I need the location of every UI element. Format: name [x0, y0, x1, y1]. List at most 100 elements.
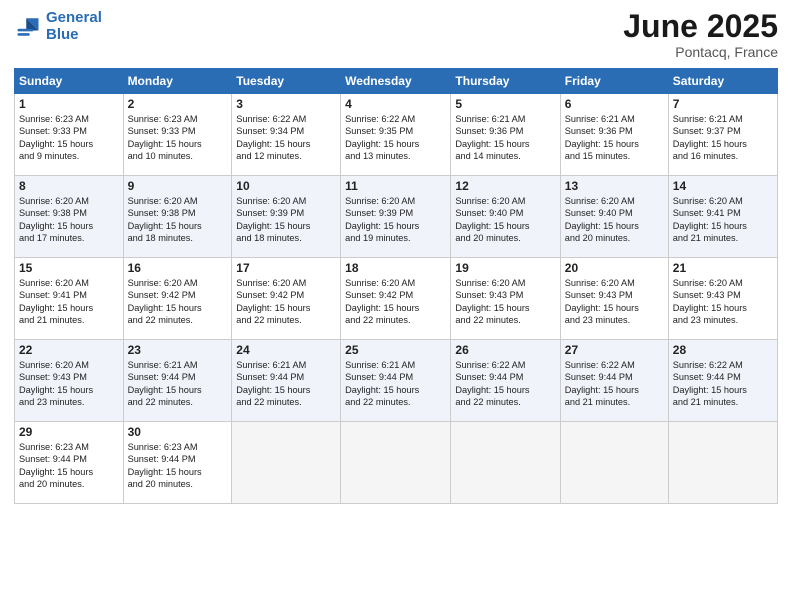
weekday-header: Thursday [451, 69, 560, 94]
calendar-cell [560, 422, 668, 504]
day-number: 4 [345, 97, 446, 111]
cell-details: Sunrise: 6:22 AM Sunset: 9:35 PM Dayligh… [345, 113, 446, 163]
cell-details: Sunrise: 6:23 AM Sunset: 9:44 PM Dayligh… [19, 441, 119, 491]
calendar-cell: 20Sunrise: 6:20 AM Sunset: 9:43 PM Dayli… [560, 258, 668, 340]
cell-details: Sunrise: 6:21 AM Sunset: 9:44 PM Dayligh… [236, 359, 336, 409]
day-number: 5 [455, 97, 555, 111]
day-number: 30 [128, 425, 228, 439]
day-number: 24 [236, 343, 336, 357]
calendar-cell: 14 Sunrise: 6:20 AM Sunset: 9:41 PM Dayli… [668, 176, 777, 258]
cell-details: Sunrise: 6:22 AM Sunset: 9:44 PM Dayligh… [673, 359, 773, 409]
weekday-header: Tuesday [232, 69, 341, 94]
day-number: 21 [673, 261, 773, 275]
day-number: 7 [673, 97, 773, 111]
cell-details: Sunrise: 6:20 AM Sunset: 9:38 PM Dayligh… [19, 195, 119, 245]
cell-details: Sunrise: 6:20 AM Sunset: 9:42 PM Dayligh… [345, 277, 446, 327]
day-number: 14 [673, 179, 773, 193]
logo-blue: Blue [46, 26, 79, 43]
calendar-cell: 29 Sunrise: 6:23 AM Sunset: 9:44 PM Dayli… [15, 422, 124, 504]
cell-details: Sunrise: 6:21 AM Sunset: 9:44 PM Dayligh… [128, 359, 228, 409]
day-number: 10 [236, 179, 336, 193]
location: Pontacq, France [623, 44, 778, 60]
weekday-header: Sunday [15, 69, 124, 94]
day-number: 18 [345, 261, 446, 275]
calendar-cell: 17 Sunrise: 6:20 AM Sunset: 9:42 PM Dayli… [232, 258, 341, 340]
calendar-cell: 8 Sunrise: 6:20 AM Sunset: 9:38 PM Daylig… [15, 176, 124, 258]
cell-details: Sunrise: 6:20 AM Sunset: 9:39 PM Dayligh… [345, 195, 446, 245]
calendar-cell: 2 Sunrise: 6:23 AM Sunset: 9:33 PM Daylig… [123, 94, 232, 176]
cell-details: Sunrise: 6:23 AM Sunset: 9:33 PM Dayligh… [19, 113, 119, 163]
cell-details: Sunrise: 6:20 AM Sunset: 9:42 PM Dayligh… [128, 277, 228, 327]
calendar-cell: 13Sunrise: 6:20 AM Sunset: 9:40 PM Dayli… [560, 176, 668, 258]
calendar-cell: 12Sunrise: 6:20 AM Sunset: 9:40 PM Dayli… [451, 176, 560, 258]
logo-icon [14, 13, 42, 41]
calendar-cell: 23 Sunrise: 6:21 AM Sunset: 9:44 PM Dayli… [123, 340, 232, 422]
calendar-cell: 19Sunrise: 6:20 AM Sunset: 9:43 PM Dayli… [451, 258, 560, 340]
calendar-cell: 3 Sunrise: 6:22 AM Sunset: 9:34 PM Daylig… [232, 94, 341, 176]
cell-details: Sunrise: 6:20 AM Sunset: 9:43 PM Dayligh… [19, 359, 119, 409]
weekday-header: Friday [560, 69, 668, 94]
calendar-table: SundayMondayTuesdayWednesdayThursdayFrid… [14, 68, 778, 504]
weekday-header: Wednesday [341, 69, 451, 94]
day-number: 28 [673, 343, 773, 357]
day-number: 17 [236, 261, 336, 275]
logo-general: General [46, 9, 102, 26]
cell-details: Sunrise: 6:23 AM Sunset: 9:44 PM Dayligh… [128, 441, 228, 491]
day-number: 26 [455, 343, 555, 357]
cell-details: Sunrise: 6:22 AM Sunset: 9:44 PM Dayligh… [565, 359, 664, 409]
page: General Blue June 2025 Pontacq, France S… [0, 0, 792, 612]
calendar-cell: 18 Sunrise: 6:20 AM Sunset: 9:42 PM Dayli… [341, 258, 451, 340]
day-number: 9 [128, 179, 228, 193]
calendar-cell: 16 Sunrise: 6:20 AM Sunset: 9:42 PM Dayli… [123, 258, 232, 340]
calendar-week-row: 15Sunrise: 6:20 AM Sunset: 9:41 PM Dayli… [15, 258, 778, 340]
calendar-cell: 9 Sunrise: 6:20 AM Sunset: 9:38 PM Daylig… [123, 176, 232, 258]
calendar-week-row: 29 Sunrise: 6:23 AM Sunset: 9:44 PM Dayli… [15, 422, 778, 504]
day-number: 3 [236, 97, 336, 111]
logo-text: General Blue [46, 10, 102, 43]
cell-details: Sunrise: 6:20 AM Sunset: 9:39 PM Dayligh… [236, 195, 336, 245]
calendar-cell: 27 Sunrise: 6:22 AM Sunset: 9:44 PM Dayli… [560, 340, 668, 422]
calendar-week-row: 8 Sunrise: 6:20 AM Sunset: 9:38 PM Daylig… [15, 176, 778, 258]
title-area: June 2025 Pontacq, France [623, 10, 778, 60]
calendar-cell [668, 422, 777, 504]
cell-details: Sunrise: 6:22 AM Sunset: 9:44 PM Dayligh… [455, 359, 555, 409]
day-number: 22 [19, 343, 119, 357]
cell-details: Sunrise: 6:21 AM Sunset: 9:37 PM Dayligh… [673, 113, 773, 163]
calendar-cell: 15Sunrise: 6:20 AM Sunset: 9:41 PM Dayli… [15, 258, 124, 340]
calendar-cell: 26 Sunrise: 6:22 AM Sunset: 9:44 PM Dayli… [451, 340, 560, 422]
calendar-cell: 1 Sunrise: 6:23 AM Sunset: 9:33 PM Daylig… [15, 94, 124, 176]
day-number: 23 [128, 343, 228, 357]
cell-details: Sunrise: 6:22 AM Sunset: 9:34 PM Dayligh… [236, 113, 336, 163]
day-number: 13 [565, 179, 664, 193]
month-title: June 2025 [623, 10, 778, 42]
day-number: 2 [128, 97, 228, 111]
cell-details: Sunrise: 6:21 AM Sunset: 9:36 PM Dayligh… [455, 113, 555, 163]
calendar-week-row: 22 Sunrise: 6:20 AM Sunset: 9:43 PM Dayli… [15, 340, 778, 422]
cell-details: Sunrise: 6:21 AM Sunset: 9:44 PM Dayligh… [345, 359, 446, 409]
cell-details: Sunrise: 6:20 AM Sunset: 9:38 PM Dayligh… [128, 195, 228, 245]
calendar-cell: 7 Sunrise: 6:21 AM Sunset: 9:37 PM Daylig… [668, 94, 777, 176]
cell-details: Sunrise: 6:20 AM Sunset: 9:41 PM Dayligh… [673, 195, 773, 245]
day-number: 8 [19, 179, 119, 193]
logo: General Blue [14, 10, 102, 43]
day-number: 15 [19, 261, 119, 275]
day-number: 16 [128, 261, 228, 275]
day-number: 29 [19, 425, 119, 439]
calendar-cell [232, 422, 341, 504]
calendar-cell: 10 Sunrise: 6:20 AM Sunset: 9:39 PM Dayli… [232, 176, 341, 258]
cell-details: Sunrise: 6:20 AM Sunset: 9:43 PM Dayligh… [565, 277, 664, 327]
cell-details: Sunrise: 6:23 AM Sunset: 9:33 PM Dayligh… [128, 113, 228, 163]
day-number: 11 [345, 179, 446, 193]
day-number: 1 [19, 97, 119, 111]
calendar-week-row: 1 Sunrise: 6:23 AM Sunset: 9:33 PM Daylig… [15, 94, 778, 176]
day-number: 27 [565, 343, 664, 357]
day-number: 6 [565, 97, 664, 111]
calendar-cell: 30 Sunrise: 6:23 AM Sunset: 9:44 PM Dayli… [123, 422, 232, 504]
cell-details: Sunrise: 6:20 AM Sunset: 9:42 PM Dayligh… [236, 277, 336, 327]
calendar-cell [451, 422, 560, 504]
day-number: 12 [455, 179, 555, 193]
calendar-cell [341, 422, 451, 504]
calendar-cell: 28 Sunrise: 6:22 AM Sunset: 9:44 PM Dayli… [668, 340, 777, 422]
calendar-cell: 21Sunrise: 6:20 AM Sunset: 9:43 PM Dayli… [668, 258, 777, 340]
weekday-header: Monday [123, 69, 232, 94]
